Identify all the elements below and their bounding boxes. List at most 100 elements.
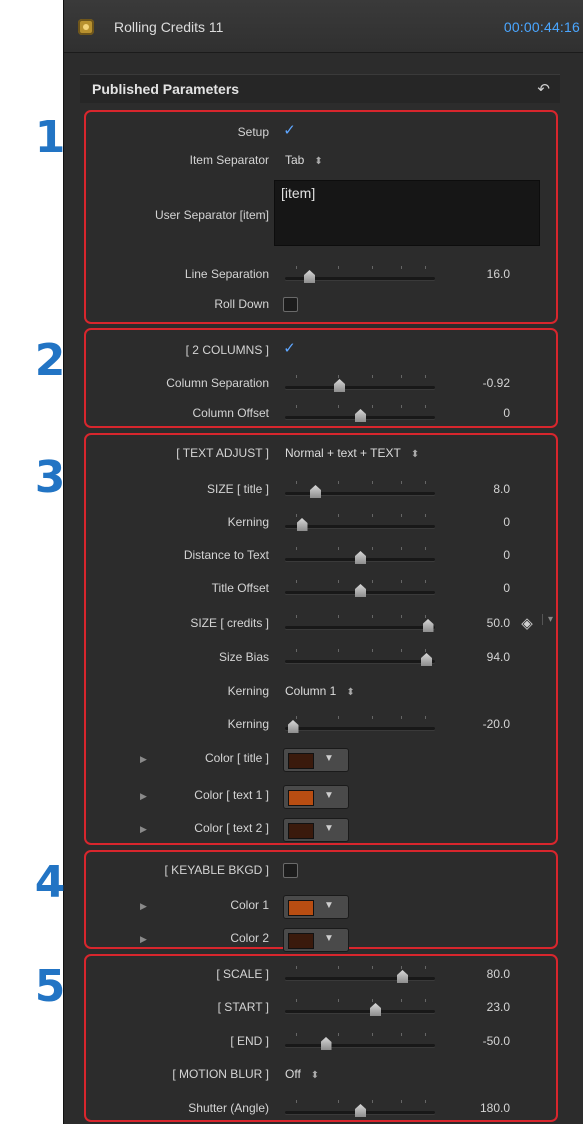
parameter-label: Line Separation (184, 267, 269, 281)
slider-track[interactable] (285, 1044, 435, 1047)
slider-tick (400, 266, 402, 269)
slider-track[interactable] (285, 525, 435, 528)
parameter-slider[interactable] (285, 479, 435, 501)
parameter-slider[interactable] (285, 1098, 435, 1120)
parameter-value[interactable]: 80.0 (487, 967, 510, 981)
slider-track[interactable] (285, 1010, 435, 1013)
parameter-slider[interactable] (285, 578, 435, 600)
checkbox[interactable]: ✓ (283, 341, 296, 356)
disclosure-triangle-icon[interactable]: ▶ (140, 754, 147, 765)
slider-track[interactable] (285, 660, 435, 663)
slider-tick (372, 999, 373, 1002)
slider-tick (295, 266, 297, 269)
slider-thumb[interactable] (370, 1003, 381, 1016)
slider-track[interactable] (285, 727, 435, 730)
slider-thumb[interactable] (355, 409, 366, 422)
checkbox[interactable] (283, 297, 298, 312)
parameter-value[interactable]: 94.0 (487, 650, 510, 664)
slider-thumb[interactable] (397, 970, 408, 983)
parameter-value[interactable]: 16.0 (487, 267, 510, 281)
slider-tick (295, 649, 297, 652)
slider-thumb[interactable] (296, 518, 308, 531)
color-swatch[interactable] (288, 900, 314, 916)
parameter-row: Setup ✓ (86, 122, 566, 144)
parameter-slider[interactable] (285, 997, 435, 1019)
color-swatch[interactable] (288, 823, 314, 839)
chevron-down-icon[interactable]: ▼ (324, 790, 334, 801)
chevron-down-icon[interactable]: ▼ (324, 753, 334, 764)
slider-track[interactable] (285, 977, 435, 980)
slider-thumb[interactable] (334, 379, 345, 392)
parameter-value[interactable]: 0 (503, 548, 510, 562)
parameter-slider[interactable] (285, 545, 435, 567)
parameter-value[interactable]: -0.92 (483, 376, 510, 390)
slider-thumb[interactable] (304, 270, 315, 283)
slider-track[interactable] (285, 626, 435, 629)
parameter-value[interactable]: 50.0 (487, 616, 510, 630)
color-well[interactable]: ▼ (283, 895, 349, 919)
slider-thumb[interactable] (310, 485, 321, 498)
slider-tick (372, 405, 373, 408)
group-number-3: 3 (34, 452, 66, 503)
parameter-row: SIZE [ credits ] 50.0 (86, 613, 566, 635)
slider-thumb[interactable] (320, 1037, 332, 1050)
parameter-slider[interactable] (285, 714, 435, 736)
slider-tick (424, 716, 426, 719)
parameter-slider[interactable] (285, 264, 435, 286)
popup-menu[interactable]: Off ⬍ (285, 1067, 319, 1081)
disclosure-triangle-icon[interactable]: ▶ (140, 901, 147, 912)
parameter-slider[interactable] (285, 964, 435, 986)
disclosure-triangle-icon[interactable]: ▶ (140, 824, 147, 835)
color-well[interactable]: ▼ (283, 928, 349, 952)
parameter-value[interactable]: 8.0 (493, 482, 510, 496)
parameter-slider[interactable] (285, 403, 435, 425)
parameter-value[interactable]: 23.0 (487, 1000, 510, 1014)
color-swatch[interactable] (288, 753, 314, 769)
chevron-down-icon[interactable]: ▼ (324, 933, 334, 944)
parameter-value[interactable]: 0 (503, 515, 510, 529)
parameter-value[interactable]: -20.0 (483, 717, 510, 731)
popup-menu[interactable]: Tab ⬍ (285, 153, 323, 167)
chevron-down-icon[interactable]: ▼ (324, 900, 334, 911)
parameter-slider[interactable] (285, 512, 435, 534)
color-well[interactable]: ▼ (283, 748, 349, 772)
parameter-label: [ START ] (217, 1000, 269, 1014)
slider-thumb[interactable] (287, 720, 299, 733)
popup-value: Off (285, 1067, 301, 1081)
user-separator-field[interactable]: [item] (274, 180, 540, 246)
parameter-value[interactable]: 0 (503, 406, 510, 420)
slider-tick (337, 375, 339, 378)
slider-track[interactable] (285, 492, 435, 495)
popup-menu[interactable]: Column 1 ⬍ (285, 684, 355, 698)
parameter-value[interactable]: 0 (503, 581, 510, 595)
color-well[interactable]: ▼ (283, 785, 349, 809)
slider-thumb[interactable] (355, 584, 366, 597)
parameter-slider[interactable] (285, 373, 435, 395)
slider-track[interactable] (285, 386, 435, 389)
slider-thumb[interactable] (422, 619, 434, 632)
parameter-value[interactable]: 180.0 (480, 1101, 510, 1115)
disclosure-triangle-icon[interactable]: ▶ (140, 934, 147, 945)
parameter-slider[interactable] (285, 613, 435, 635)
slider-thumb[interactable] (355, 1104, 366, 1117)
parameter-row: [ END ] -50.0 (86, 1031, 566, 1053)
color-swatch[interactable] (288, 790, 314, 806)
color-swatch[interactable] (288, 933, 314, 949)
parameter-slider[interactable] (285, 647, 435, 669)
chevron-down-icon[interactable]: ▼ (324, 823, 334, 834)
keyframe-diamond-icon[interactable]: ◈ (518, 614, 536, 632)
keyframe-menu-arrow-icon[interactable]: ▾ (542, 614, 553, 625)
disclosure-triangle-icon[interactable]: ▶ (140, 791, 147, 802)
parameter-value[interactable]: -50.0 (483, 1034, 510, 1048)
parameter-slider[interactable] (285, 1031, 435, 1053)
popup-menu[interactable]: Normal + text + TEXT ⬍ (285, 446, 419, 460)
color-well[interactable]: ▼ (283, 818, 349, 842)
checkbox[interactable]: ✓ (283, 123, 296, 138)
slider-thumb[interactable] (355, 551, 366, 564)
reset-arrow-icon[interactable]: ↶ (537, 80, 550, 98)
slider-thumb[interactable] (421, 653, 432, 666)
published-parameters-header[interactable]: Published Parameters ↶ (80, 74, 560, 103)
parameter-row: Roll Down (86, 294, 566, 316)
checkbox[interactable] (283, 863, 298, 878)
slider-tick (372, 1033, 373, 1036)
